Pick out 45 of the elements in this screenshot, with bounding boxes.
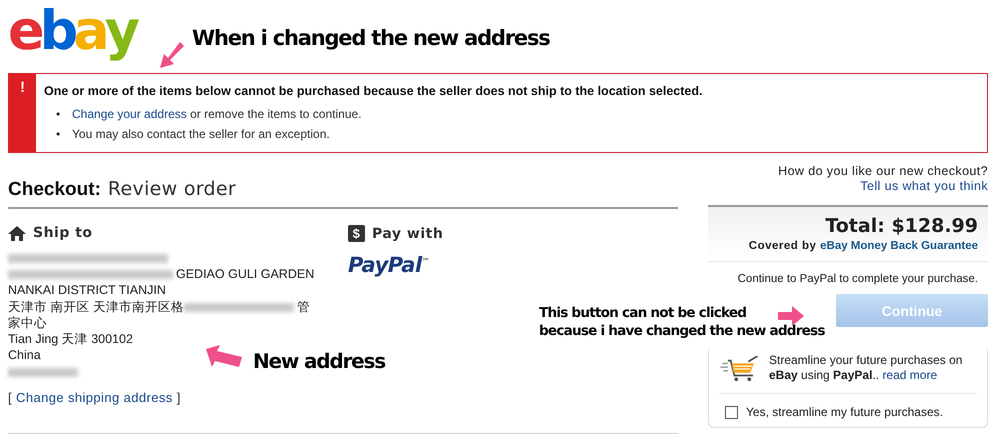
ship-to-heading: Ship to [33,225,93,241]
total-amount: $128.99 [891,215,978,237]
total-label: Total: [825,215,885,237]
home-icon [8,225,26,241]
covered-by-label: Covered by [748,240,816,252]
guarantee-link[interactable]: eBay Money Back Guarantee [820,240,978,252]
paypal-logo: PayPal$^{™}$ [348,253,430,277]
alert-item: Change your address or remove the items to continue. [72,106,362,122]
ebay-logo[interactable]: ebay [8,0,148,62]
annotation-note: When i changed the new address [192,26,550,50]
checkbox-label: Yes, streamline my future purchases. [746,405,943,419]
annotation-note: This button can not be clicked [539,306,746,322]
pointer-arrow-icon [778,306,804,326]
address-line: China [8,348,41,362]
pointer-arrow-icon [204,343,244,369]
streamline-text: Streamline your future purchases on eBay using PayPal.. read more [769,353,964,383]
checkout-label: Checkout: [8,179,101,201]
bullet: • [56,106,60,122]
pointer-arrow-icon [158,40,186,70]
blurred-text [8,368,78,377]
address-line: 管 [296,300,310,314]
alert-icon: ! [9,74,36,152]
alert-item: You may also contact the seller for an exception. [72,126,330,142]
pay-with-heading: Pay with [372,226,444,242]
address-line: GEDIAO GULI GARDEN [176,267,314,282]
address-line: 天津市 南开区 天津市南开区格 [8,300,184,314]
streamline-checkbox[interactable] [725,406,738,418]
continue-note: Continue to PayPal to complete your purchase. [736,273,978,285]
bullet: • [56,126,60,142]
annotation-note: New address [253,349,385,373]
read-more-link[interactable]: read more [882,368,938,382]
cart-icon [719,356,761,382]
change-address-link[interactable]: Change your address [72,107,187,121]
page-title: Review order [108,178,236,200]
address-line: 家中心 [8,316,47,330]
bracket: [ [8,390,12,405]
feedback-question: How do you like our new checkout? [777,164,988,179]
bracket: ] [176,390,181,405]
feedback-link[interactable]: Tell us what you think [860,179,988,193]
address-line: Tian Jing 天津 300102 [8,332,133,346]
alert-message: One or more of the items below cannot be purchased because the seller does not ship to the location selected. [44,84,702,98]
annotation-note: because i have changed the new address [539,324,825,340]
address-line: NANKAI DISTRICT TIANJIN [8,283,166,298]
dollar-icon: $ [348,225,365,242]
change-shipping-address-link[interactable]: Change shipping address [16,390,173,405]
